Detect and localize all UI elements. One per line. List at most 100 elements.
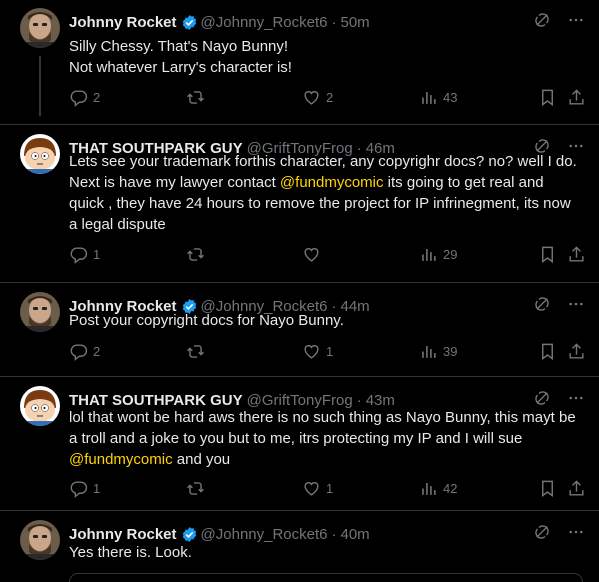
reply-count: 1 <box>93 247 101 262</box>
tweet[interactable]: THAT SOUTHPARK GUY @GriftTonyFrog · 43m … <box>0 378 599 510</box>
views-icon <box>419 245 438 264</box>
retweet-icon <box>186 479 205 498</box>
retweet-icon <box>186 245 205 264</box>
retweet-icon <box>186 88 205 107</box>
more-icon[interactable] <box>567 523 585 541</box>
reply-button[interactable]: 2 <box>69 88 100 107</box>
avatar[interactable] <box>20 520 60 560</box>
timestamp[interactable]: 43m <box>366 392 395 409</box>
handle[interactable]: @GriftTonyFrog <box>247 392 353 409</box>
views-count: 29 <box>443 247 458 262</box>
avatar[interactable] <box>20 386 60 426</box>
tweet[interactable]: THAT SOUTHPARK GUY @GriftTonyFrog · 46m … <box>0 126 599 282</box>
bookmark-button[interactable] <box>538 342 557 361</box>
handle[interactable]: @Johnny_Rocket6 <box>201 14 328 31</box>
mention-link[interactable]: @fundmycomic <box>69 451 173 468</box>
separator-dot: · <box>331 13 337 31</box>
tweet-text: Lets see your trademark forthis characte… <box>69 151 581 235</box>
reply-button[interactable]: 1 <box>69 479 100 498</box>
tweet-text: Silly Chessy. That's Nayo Bunny! Not wha… <box>69 36 581 78</box>
tweet[interactable]: Johnny Rocket @Johnny_Rocket6 · 50m Sill… <box>0 0 599 124</box>
handle[interactable]: @Johnny_Rocket6 <box>201 526 328 543</box>
tweet-text-part: and you <box>172 451 231 468</box>
more-icon[interactable] <box>567 389 585 407</box>
tweet-text-line: Not whatever Larry's character is! <box>69 59 292 76</box>
mention-link[interactable]: @fundmycomic <box>280 174 384 191</box>
reply-icon <box>69 342 88 361</box>
tweet[interactable]: Johnny Rocket @Johnny_Rocket6 · 44m Post… <box>0 284 599 376</box>
timestamp[interactable]: 50m <box>341 14 370 31</box>
views-icon <box>419 479 438 498</box>
verified-icon <box>181 526 198 543</box>
media-preview-edge[interactable] <box>69 573 583 582</box>
tweet-top-icons <box>533 389 585 407</box>
reply-button[interactable]: 2 <box>69 342 100 361</box>
reply-button[interactable]: 1 <box>69 245 100 264</box>
like-count: 2 <box>326 90 334 105</box>
views-count: 43 <box>443 90 458 105</box>
retweet-button[interactable] <box>186 342 210 361</box>
share-icon <box>567 245 586 264</box>
grok-icon[interactable] <box>533 11 551 29</box>
share-icon <box>567 88 586 107</box>
reply-count: 1 <box>93 481 101 496</box>
reply-count: 2 <box>93 344 101 359</box>
retweet-button[interactable] <box>186 88 210 107</box>
bookmark-icon <box>538 245 557 264</box>
views-button[interactable]: 43 <box>419 88 457 107</box>
action-bar: 2 1 39 <box>64 342 588 364</box>
tweet-text-line: Silly Chessy. That's Nayo Bunny! <box>69 38 289 55</box>
action-bar: 2 2 43 <box>64 88 588 110</box>
share-icon <box>567 479 586 498</box>
like-icon <box>302 479 321 498</box>
reply-icon <box>69 245 88 264</box>
like-button[interactable]: 1 <box>302 479 333 498</box>
display-name[interactable]: THAT SOUTHPARK GUY <box>69 392 243 409</box>
like-button[interactable]: 2 <box>302 88 333 107</box>
display-name[interactable]: Johnny Rocket <box>69 526 177 543</box>
views-button[interactable]: 29 <box>419 245 457 264</box>
avatar[interactable] <box>20 134 60 174</box>
bookmark-icon <box>538 88 557 107</box>
tweet-text-line: Yes there is. Look. <box>69 544 192 561</box>
like-button[interactable]: 1 <box>302 342 333 361</box>
like-icon <box>302 245 321 264</box>
retweet-button[interactable] <box>186 479 210 498</box>
share-button[interactable] <box>567 245 586 264</box>
bookmark-icon <box>538 342 557 361</box>
bookmark-icon <box>538 479 557 498</box>
tweet-text: lol that wont be hard aws there is no su… <box>69 407 581 470</box>
avatar-image <box>20 292 60 332</box>
divider <box>0 510 599 511</box>
views-icon <box>419 342 438 361</box>
avatar[interactable] <box>20 8 60 48</box>
avatar-image <box>20 8 60 48</box>
views-icon <box>419 88 438 107</box>
retweet-button[interactable] <box>186 245 210 264</box>
avatar-image <box>20 520 60 560</box>
grok-icon[interactable] <box>533 389 551 407</box>
verified-icon <box>181 14 198 31</box>
like-button[interactable] <box>302 245 326 264</box>
tweet-top-icons <box>533 523 585 541</box>
bookmark-button[interactable] <box>538 245 557 264</box>
tweet-text: Yes there is. Look. <box>69 542 581 563</box>
more-icon[interactable] <box>567 11 585 29</box>
views-button[interactable]: 39 <box>419 342 457 361</box>
action-bar: 1 29 <box>64 245 588 267</box>
avatar-image <box>20 386 60 426</box>
views-button[interactable]: 42 <box>419 479 457 498</box>
avatar[interactable] <box>20 292 60 332</box>
tweet-header: Johnny Rocket @Johnny_Rocket6 · 40m <box>69 524 370 544</box>
share-button[interactable] <box>567 479 586 498</box>
bookmark-button[interactable] <box>538 88 557 107</box>
timestamp[interactable]: 40m <box>341 526 370 543</box>
grok-icon[interactable] <box>533 523 551 541</box>
bookmark-button[interactable] <box>538 479 557 498</box>
tweet-header: Johnny Rocket @Johnny_Rocket6 · 50m <box>69 12 370 32</box>
tweet[interactable]: Johnny Rocket @Johnny_Rocket6 · 40m Yes … <box>0 512 599 582</box>
share-button[interactable] <box>567 88 586 107</box>
display-name[interactable]: Johnny Rocket <box>69 14 177 31</box>
share-button[interactable] <box>567 342 586 361</box>
divider <box>0 124 599 125</box>
